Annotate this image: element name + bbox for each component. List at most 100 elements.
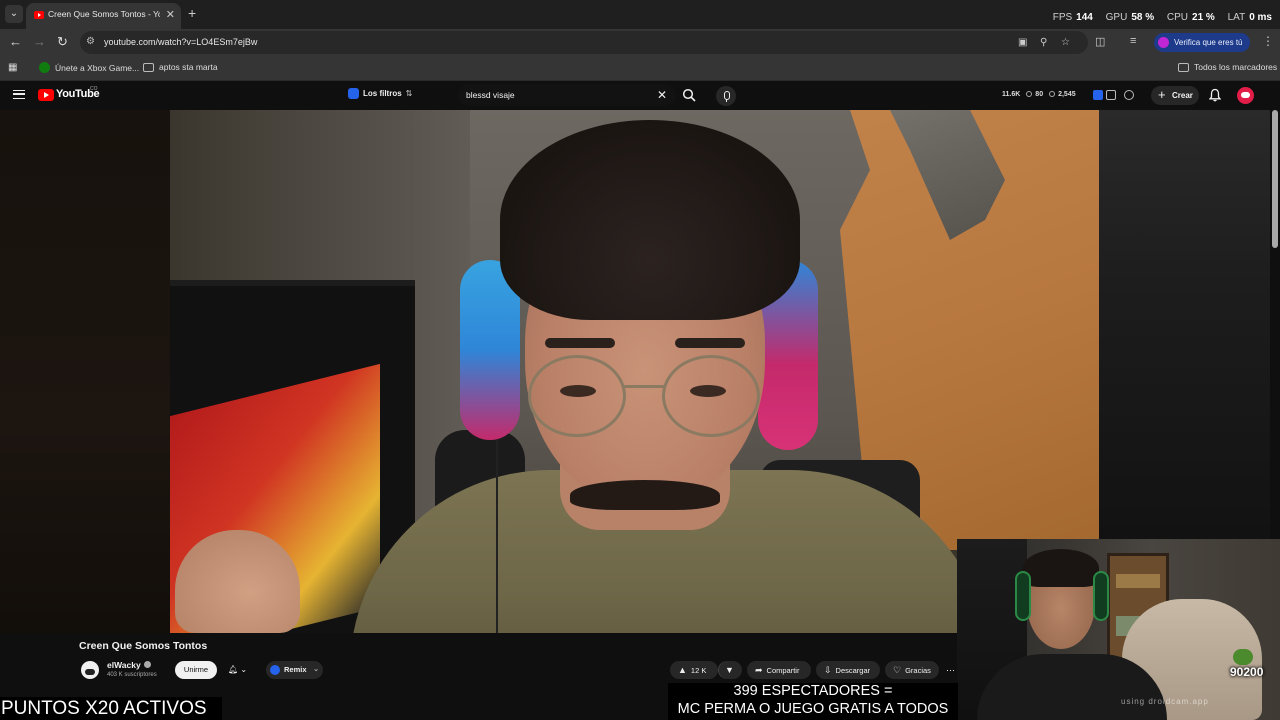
- subscription-bell-button[interactable]: 🔔︎ ⌄: [224, 661, 260, 679]
- remix-button[interactable]: Remix ⌄: [266, 661, 323, 679]
- latency-value: 0 ms: [1249, 12, 1272, 23]
- scrollbar-thumb[interactable]: [1272, 110, 1278, 248]
- download-button[interactable]: ⇩ Descargar: [816, 661, 880, 679]
- bookmark-xbox[interactable]: Únete a Xbox Game...: [39, 62, 139, 73]
- facecam-headphone: [1093, 571, 1109, 621]
- remix-label: Remix: [284, 665, 307, 674]
- channel-points-counter: 90200: [1230, 665, 1264, 679]
- ellipsis-icon: ⋯: [946, 665, 955, 675]
- stat-dot-icon: [1026, 91, 1033, 97]
- stat-dot-icon: [1049, 91, 1056, 97]
- extension-filter-icon: [348, 88, 359, 99]
- profile-verify-button[interactable]: Verifica que eres tú: [1154, 33, 1250, 52]
- video-scene-mustache: [570, 480, 720, 510]
- queue-icon[interactable]: [1106, 90, 1116, 100]
- stat-b: 80: [1035, 91, 1044, 98]
- reading-list-icon[interactable]: ≡: [1130, 35, 1136, 47]
- channel-name[interactable]: elWacky: [107, 660, 151, 670]
- address-url[interactable]: youtube.com/watch?v=LO4ESm7ejBw: [104, 37, 257, 47]
- apps-grid-icon[interactable]: ▦: [8, 62, 17, 73]
- join-button[interactable]: Unirme: [175, 661, 217, 679]
- search-input[interactable]: blessd visaje ✕: [458, 84, 676, 106]
- sliders-icon: ⇅: [405, 89, 413, 98]
- search-query[interactable]: blessd visaje: [466, 90, 515, 100]
- video-scene-glasses-bridge: [623, 385, 665, 388]
- all-bookmarks[interactable]: Todos los marcadores: [1178, 62, 1277, 72]
- like-button[interactable]: ▲ 12 K: [670, 661, 718, 679]
- new-tab-plus-icon[interactable]: +: [188, 5, 196, 21]
- xbox-icon: [39, 62, 50, 73]
- thumbs-up-icon: ▲: [678, 665, 687, 675]
- video-scene-hand: [175, 530, 300, 633]
- extension-stats: 11.6K 80 2,545: [1002, 91, 1076, 98]
- youtube-country-code: CO: [90, 86, 98, 92]
- notifications-bell-icon[interactable]: [1209, 88, 1221, 102]
- browser-menu-icon[interactable]: ⋮: [1262, 34, 1274, 48]
- youtube-masthead: YouTube CO Los filtros ⇅ blessd visaje ✕ …: [0, 81, 1280, 110]
- viewers-line-1: 399 ESPECTADORES =: [733, 683, 893, 699]
- video-scene-brow: [675, 338, 745, 348]
- site-info-icon[interactable]: ⚙: [86, 36, 95, 47]
- clear-search-icon[interactable]: ✕: [657, 88, 667, 102]
- voice-search-icon[interactable]: [716, 86, 736, 106]
- viewers-line-2: MC PERMA O JUEGO GRATIS A TODOS: [677, 700, 949, 717]
- points-banner: PUNTOS X20 ACTIVOS: [0, 697, 222, 720]
- thanks-label: Gracias: [905, 666, 931, 675]
- verify-label: Verifica que eres tú: [1174, 38, 1243, 47]
- profile-avatar-icon: [1158, 37, 1169, 48]
- chevron-down-icon: ⌄: [313, 666, 319, 673]
- bookmarks-bar: ▦ Únete a Xbox Game... aptos sta marta T…: [0, 56, 1280, 81]
- more-actions-icon[interactable]: ⋯: [944, 661, 958, 679]
- reload-icon[interactable]: ↻: [57, 34, 68, 50]
- facecam-hair: [1023, 549, 1099, 587]
- search-icon[interactable]: [682, 88, 696, 102]
- extension-icon[interactable]: [1093, 90, 1103, 100]
- video-scene-hair: [500, 120, 800, 320]
- address-bar[interactable]: ⚙ youtube.com/watch?v=LO4ESm7ejBw ▣ ⚲ ☆: [80, 31, 1088, 54]
- streamer-facecam: using droidcam.app 90200: [957, 539, 1280, 720]
- dislike-button[interactable]: ▼: [718, 661, 742, 679]
- thanks-button[interactable]: ♡ Gracias: [885, 661, 939, 679]
- share-label: Compartir: [766, 666, 800, 675]
- bookmark-folder-aptos[interactable]: aptos sta marta: [143, 62, 218, 72]
- close-tab-icon[interactable]: ✕: [166, 8, 175, 21]
- browser-toolbar: ← → ↻ ⚙ youtube.com/watch?v=LO4ESm7ejBw …: [0, 29, 1280, 56]
- subscriber-count: 403 K suscriptores: [107, 672, 157, 678]
- channel-name-text[interactable]: elWacky: [107, 660, 141, 670]
- ambient-right: [1099, 110, 1270, 540]
- extension-badge-icon[interactable]: [1124, 90, 1134, 100]
- like-count: 12 K: [690, 666, 707, 675]
- account-avatar[interactable]: [1237, 87, 1254, 104]
- tab-search-chevron-icon[interactable]: ⌄: [5, 5, 23, 23]
- create-button[interactable]: Crear: [1151, 85, 1199, 105]
- stat-c: 2,545: [1058, 91, 1076, 98]
- video-scene-brow: [545, 338, 615, 348]
- download-icon: ⇩: [824, 665, 832, 675]
- youtube-favicon-icon: [34, 11, 44, 19]
- performance-overlay: FPS 144 GPU 58 % CPU 21 % LAT 0 ms: [1043, 12, 1272, 23]
- filters-button[interactable]: Los filtros ⇅: [348, 88, 412, 104]
- frog-emote-icon: [1233, 649, 1253, 665]
- channel-avatar[interactable]: [81, 661, 99, 679]
- extensions-icon[interactable]: ◫: [1095, 35, 1105, 48]
- bookmark-xbox-label: Únete a Xbox Game...: [55, 63, 140, 73]
- share-arrow-icon: ➦: [755, 665, 763, 675]
- filters-label: Los filtros: [363, 89, 402, 98]
- guide-menu-icon[interactable]: [13, 90, 25, 99]
- thanks-heart-icon: ♡: [893, 665, 902, 675]
- video-scene-glasses-lens: [528, 355, 626, 437]
- back-arrow-icon[interactable]: ←: [9, 34, 22, 49]
- stat-a: 11.6K: [1002, 91, 1021, 98]
- gpu-label: GPU: [1105, 12, 1128, 23]
- browser-tabstrip: ⌄ Creen Que Somos Tontos - You ✕ + FPS 14…: [0, 0, 1280, 29]
- download-label: Descargar: [835, 666, 871, 675]
- video-scene-cable: [496, 440, 498, 633]
- forward-arrow-icon[interactable]: →: [33, 34, 46, 49]
- fps-value: 144: [1076, 12, 1093, 23]
- zoom-icon[interactable]: ⚲: [1040, 37, 1047, 48]
- remix-icon: [270, 665, 280, 675]
- browser-tab-active[interactable]: Creen Que Somos Tontos - You ✕: [26, 3, 181, 29]
- install-app-icon[interactable]: ▣: [1018, 37, 1027, 48]
- share-button[interactable]: ➦ Compartir: [747, 661, 811, 679]
- bookmark-star-icon[interactable]: ☆: [1061, 37, 1070, 48]
